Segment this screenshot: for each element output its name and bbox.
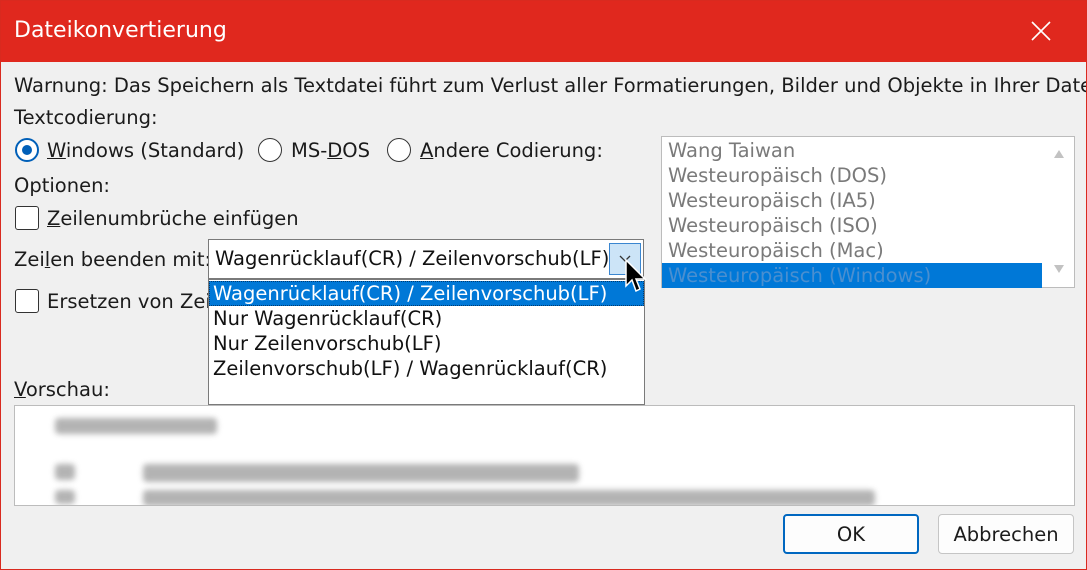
radio-windows-label[interactable]: Windows (Standard) <box>47 139 244 162</box>
encoding-list-item-selected[interactable]: Westeuropäisch (Windows) <box>662 263 1042 288</box>
encoding-list-item[interactable]: Wang Taiwan <box>662 138 1042 163</box>
blurred-text <box>55 418 217 434</box>
preview-label: Vorschau: <box>14 378 110 401</box>
insert-line-breaks-checkbox[interactable] <box>15 206 39 230</box>
encoding-list[interactable]: Wang Taiwan Westeuropäisch (DOS) Westeur… <box>661 136 1075 288</box>
arrow-up-icon[interactable] <box>1053 149 1065 159</box>
end-lines-label: Zeilen beenden mit: <box>14 248 212 271</box>
line-ending-select[interactable]: Wagenrücklauf(CR) / Zeilenvorschub(LF) <box>208 239 644 279</box>
line-ending-option[interactable]: Zeilenvorschub(LF) / Wagenrücklauf(CR) <box>209 356 644 381</box>
ok-button[interactable]: OK <box>783 514 919 554</box>
encoding-list-item[interactable]: Westeuropäisch (IA5) <box>662 188 1042 213</box>
line-ending-dropdown-list[interactable]: Wagenrücklauf(CR) / Zeilenvorschub(LF) N… <box>208 279 645 405</box>
line-ending-option[interactable]: Nur Wagenrücklauf(CR) <box>209 306 644 331</box>
close-button[interactable] <box>1021 9 1061 53</box>
line-ending-option[interactable]: Nur Zeilenvorschub(LF) <box>209 331 644 356</box>
encoding-list-item[interactable]: Westeuropäisch (Mac) <box>662 238 1042 263</box>
blurred-text <box>143 464 579 482</box>
preview-pane[interactable] <box>14 405 1075 506</box>
file-conversion-dialog: Dateikonvertierung Warnung: Das Speicher… <box>0 0 1087 570</box>
radio-other-encoding[interactable] <box>387 138 411 162</box>
mouse-pointer-icon <box>625 259 647 293</box>
encoding-list-item[interactable]: Westeuropäisch (ISO) <box>662 213 1042 238</box>
arrow-down-icon[interactable] <box>1053 264 1065 274</box>
warning-text: Warnung: Das Speichern als Textdatei füh… <box>14 74 1087 97</box>
dialog-title: Dateikonvertierung <box>14 18 227 43</box>
cancel-button[interactable]: Abbrechen <box>938 514 1074 554</box>
radio-msdos-label[interactable]: MS-DOS <box>291 139 370 162</box>
blurred-text <box>55 490 75 504</box>
close-icon <box>1031 21 1051 41</box>
blurred-text <box>143 490 875 505</box>
insert-line-breaks-label[interactable]: Zeilenumbrüche einfügen <box>47 207 299 230</box>
replace-chars-label[interactable]: Ersetzen von Zeic <box>47 290 221 313</box>
replace-chars-checkbox[interactable] <box>15 289 39 313</box>
encoding-list-item[interactable]: Westeuropäisch (DOS) <box>662 163 1042 188</box>
radio-msdos[interactable] <box>258 138 282 162</box>
blurred-text <box>55 464 75 480</box>
encoding-label: Textcodierung: <box>14 106 158 129</box>
radio-other-encoding-label[interactable]: Andere Codierung: <box>420 139 603 162</box>
encoding-scrollbar[interactable] <box>1044 137 1074 287</box>
line-ending-option-selected[interactable]: Wagenrücklauf(CR) / Zeilenvorschub(LF) <box>209 281 644 306</box>
radio-windows[interactable] <box>15 138 39 162</box>
line-ending-select-value: Wagenrücklauf(CR) / Zeilenvorschub(LF) <box>215 247 610 270</box>
options-label: Optionen: <box>14 174 111 197</box>
title-bar: Dateikonvertierung <box>1 1 1086 62</box>
